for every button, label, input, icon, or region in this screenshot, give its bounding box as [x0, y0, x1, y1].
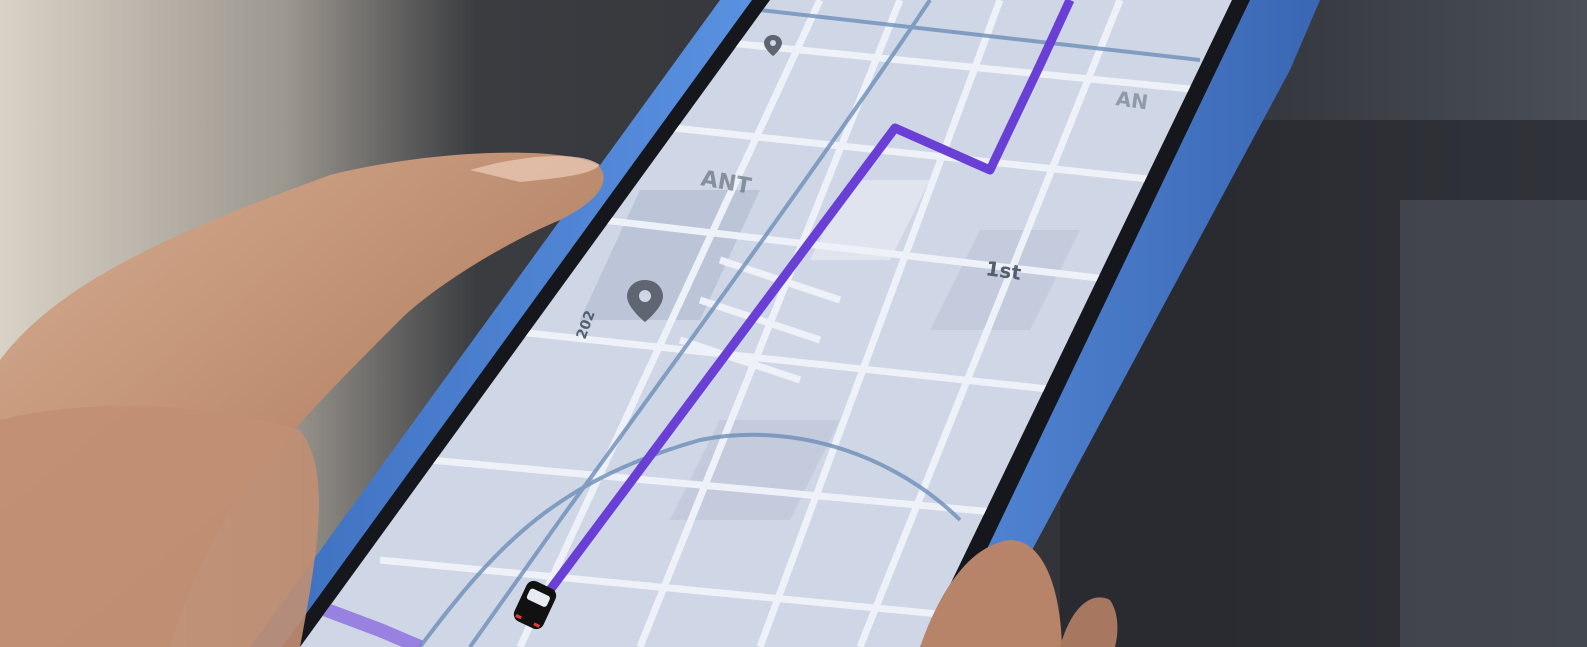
palm: [0, 406, 319, 647]
corner-label: AN: [1114, 86, 1149, 114]
street-label-1st: 1st: [984, 256, 1023, 285]
photo-scene: 1st 202 ANT AN: [0, 0, 1587, 647]
car-console: [1400, 200, 1587, 647]
